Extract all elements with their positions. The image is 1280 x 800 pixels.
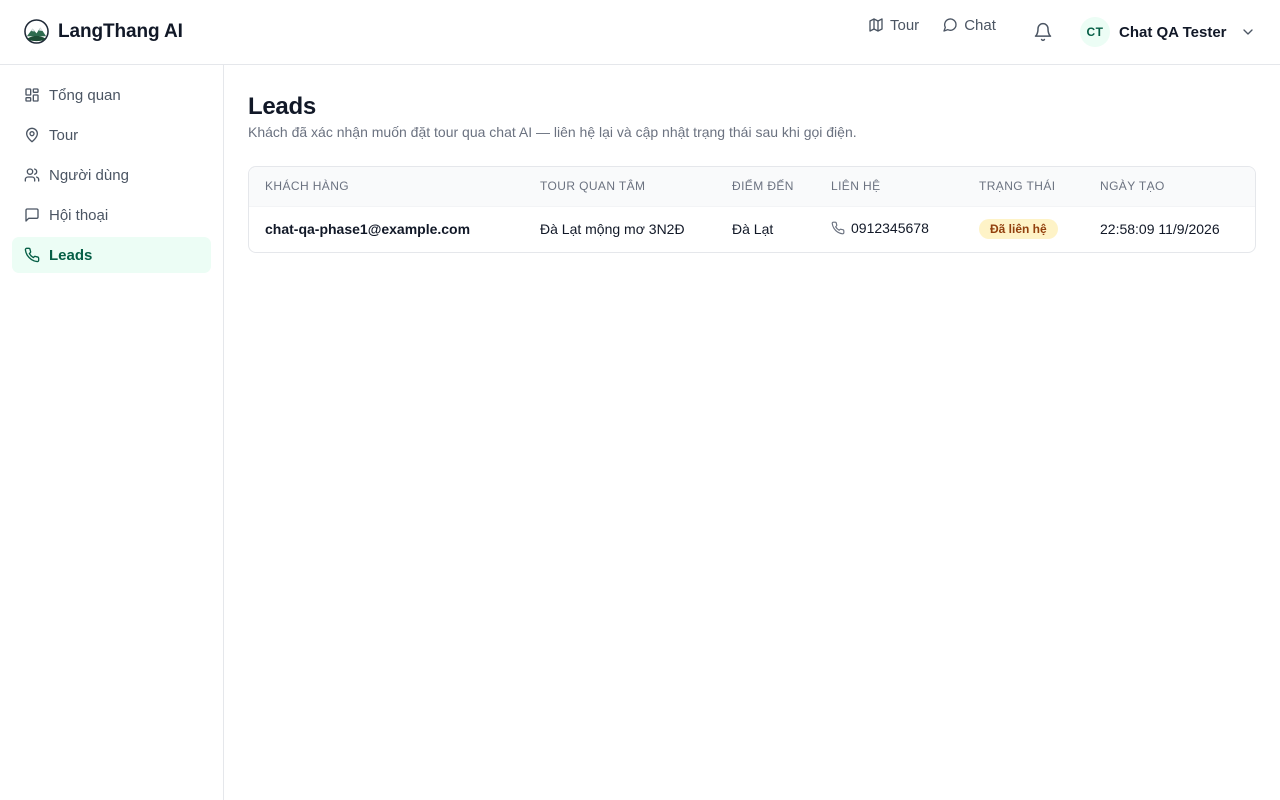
sidebar-item-label: Hội thoại — [49, 206, 109, 224]
lead-status-cell: Đã liên hệ — [963, 205, 1084, 252]
brand-name: LangThang AI — [58, 20, 183, 42]
mountain-logo-icon — [24, 19, 49, 44]
column-header-created: Ngày tạo — [1100, 179, 1165, 194]
top-nav: Tour Chat — [868, 15, 996, 35]
lead-phone-number: 0912345678 — [851, 220, 929, 237]
sidebar-item-label: Tour — [49, 126, 79, 144]
main-content: Leads Khách đã xác nhận muốn đặt tour qu… — [248, 65, 1256, 253]
top-nav-tour-label: Tour — [890, 16, 920, 34]
sidebar-item-label: Leads — [49, 246, 93, 264]
message-square-icon — [25, 208, 39, 222]
map-icon — [869, 18, 883, 32]
sidebar: Tổng quan Tour Người dùng Hội thoại Lead… — [0, 65, 224, 800]
sidebar-item-label: Người dùng — [49, 166, 129, 184]
sidebar-item-label: Tổng quan — [49, 86, 121, 104]
sidebar-item-users[interactable]: Người dùng — [12, 157, 211, 193]
lead-tour: Đà Lạt mộng mơ 3N2Đ — [524, 205, 716, 252]
dashboard-grid-icon — [25, 88, 39, 102]
sidebar-item-conversations[interactable]: Hội thoại — [12, 197, 211, 233]
avatar: CT — [1080, 17, 1110, 47]
column-header-tour: Tour quan tâm — [540, 179, 646, 194]
top-nav-chat-label: Chat — [964, 16, 996, 34]
phone-icon — [831, 221, 845, 235]
leads-table-card: Khách hàng Tour quan tâm Điểm đến Liên h… — [248, 166, 1256, 253]
top-nav-tour-link[interactable]: Tour — [868, 15, 919, 35]
lead-destination: Đà Lạt — [716, 205, 815, 252]
brand[interactable]: LangThang AI — [24, 19, 183, 44]
sidebar-item-leads[interactable]: Leads — [12, 237, 211, 273]
chevron-down-icon — [1242, 29, 1253, 35]
table-header-row: Khách hàng Tour quan tâm Điểm đến Liên h… — [249, 167, 1255, 206]
phone-icon — [24, 247, 40, 263]
status-badge[interactable]: Đã liên hệ — [979, 219, 1058, 240]
users-icon — [24, 168, 40, 182]
table-row[interactable]: chat-qa-phase1@example.com Đà Lạt mộng m… — [249, 205, 1255, 252]
lead-contact: 0912345678 — [815, 205, 963, 252]
page-title: Leads — [248, 93, 316, 120]
lead-created-at: 22:58:09 11/9/2026 — [1084, 205, 1255, 252]
top-nav-chat-link[interactable]: Chat — [942, 15, 996, 35]
page-subtitle: Khách đã xác nhận muốn đặt tour qua chat… — [248, 124, 857, 140]
sidebar-item-overview[interactable]: Tổng quan — [12, 77, 211, 113]
lead-phone-link[interactable]: 0912345678 — [831, 220, 929, 236]
notification-bell-icon[interactable] — [1033, 22, 1053, 42]
column-header-destination: Điểm đến — [732, 179, 794, 194]
top-bar: LangThang AI Tour Chat CT Chat QA Tester — [0, 0, 1280, 65]
user-name: Chat QA Tester — [1119, 23, 1227, 41]
sidebar-item-tour[interactable]: Tour — [12, 117, 211, 153]
column-header-customer: Khách hàng — [265, 179, 350, 194]
leads-table: Khách hàng Tour quan tâm Điểm đến Liên h… — [249, 167, 1255, 252]
column-header-contact: Liên hệ — [831, 179, 881, 194]
user-menu[interactable]: CT Chat QA Tester — [1080, 17, 1256, 47]
chat-bubble-icon — [943, 18, 957, 32]
map-pin-icon — [26, 127, 38, 143]
lead-customer-email: chat-qa-phase1@example.com — [249, 205, 524, 252]
column-header-status: Trạng thái — [979, 179, 1056, 194]
